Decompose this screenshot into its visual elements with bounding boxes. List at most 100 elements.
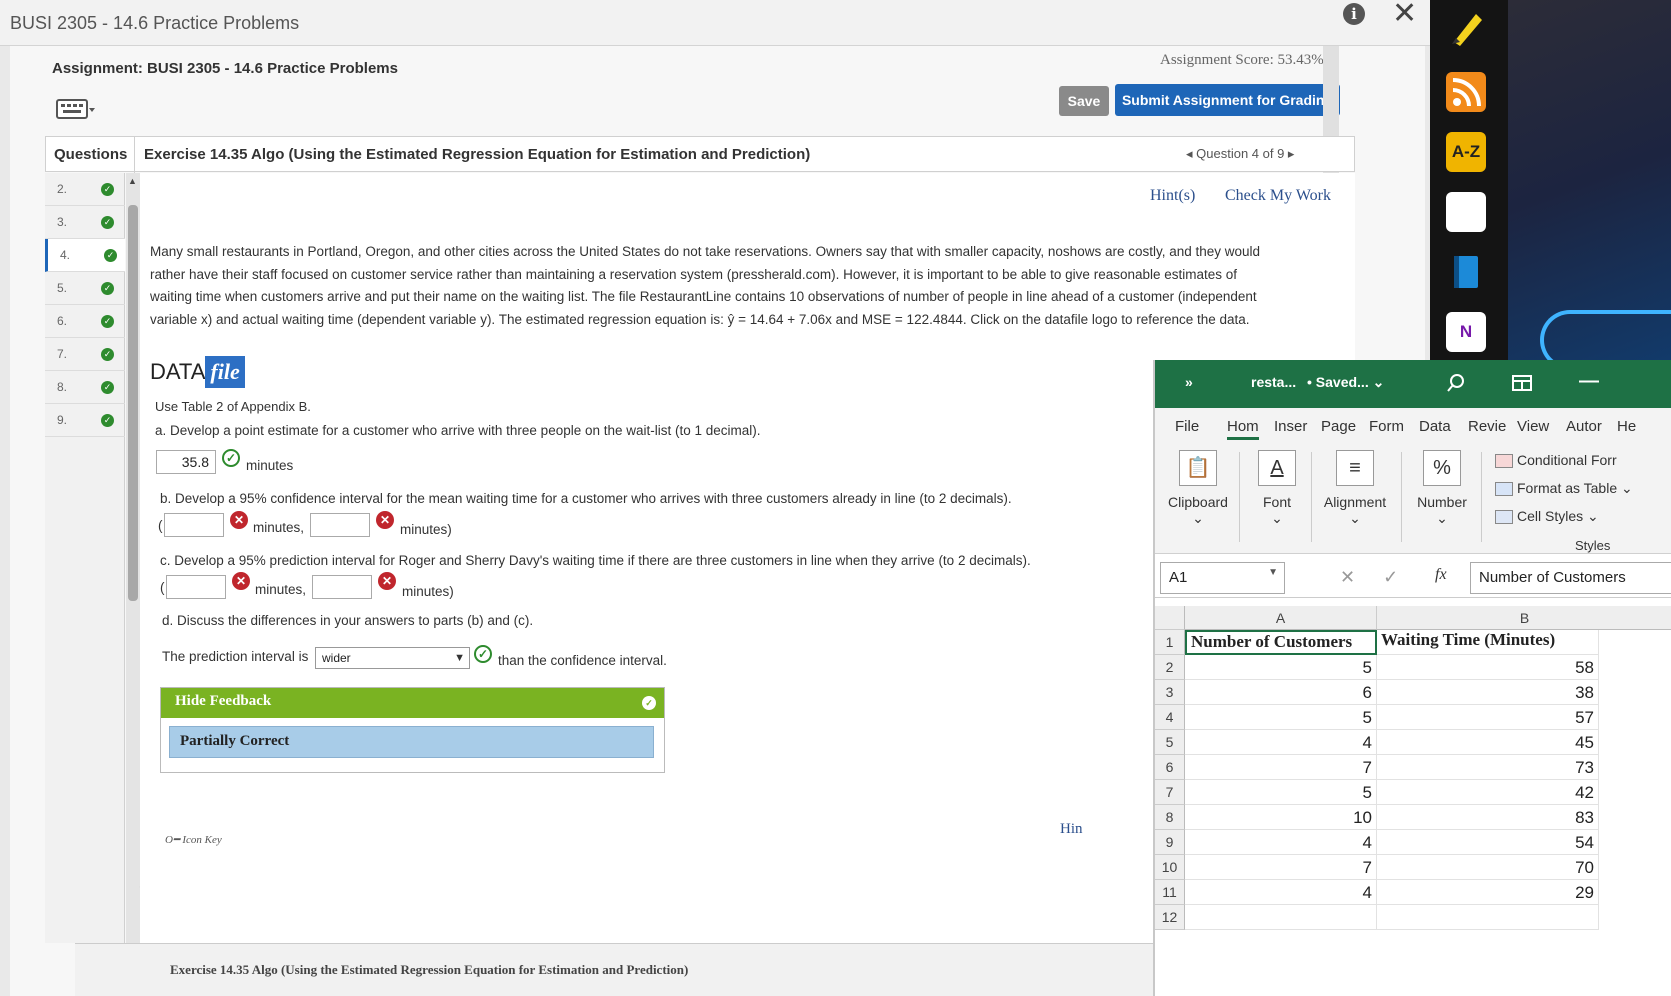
rss-icon[interactable] <box>1446 72 1486 112</box>
cell-b[interactable]: 45 <box>1377 730 1599 755</box>
datafile-logo[interactable]: DATA file <box>150 356 245 390</box>
part-d-select[interactable]: wider ▼ <box>315 647 470 669</box>
window-mode-icon[interactable] <box>1511 374 1533 392</box>
tab-file[interactable]: File <box>1175 418 1199 435</box>
cell-b[interactable]: 29 <box>1377 880 1599 905</box>
cell-a[interactable]: 7 <box>1185 855 1377 880</box>
question-item-7[interactable]: 7. ✓ <box>45 338 125 371</box>
icon-key-link[interactable]: O━ Icon Key <box>165 833 222 846</box>
dictionary-icon[interactable]: A-Z <box>1446 132 1486 172</box>
cell-a[interactable]: 4 <box>1185 830 1377 855</box>
part-c-upper-input[interactable] <box>312 575 372 599</box>
part-a-answer-input[interactable]: 35.8 <box>156 450 216 474</box>
row-header[interactable]: 8 <box>1155 805 1185 830</box>
question-item-2[interactable]: 2. ✓ <box>45 173 125 206</box>
question-item-9[interactable]: 9. ✓ <box>45 404 125 437</box>
conditional-formatting-button[interactable]: Conditional Forr <box>1495 452 1617 469</box>
cell-b[interactable]: 38 <box>1377 680 1599 705</box>
formula-actions[interactable]: ✕✓ <box>1340 567 1426 588</box>
format-as-table-button[interactable]: Format as Table ⌄ <box>1495 480 1633 497</box>
confirm-icon[interactable]: ✓ <box>1383 567 1426 587</box>
row-header[interactable]: 5 <box>1155 730 1185 755</box>
formula-input[interactable]: Number of Customers <box>1470 562 1671 594</box>
row-header[interactable]: 11 <box>1155 880 1185 905</box>
cell-b[interactable]: 73 <box>1377 755 1599 780</box>
cell-a[interactable]: 4 <box>1185 730 1377 755</box>
column-header-b[interactable]: B <box>1377 606 1671 630</box>
scroll-thumb[interactable] <box>128 205 138 601</box>
header-cell-b[interactable]: Waiting Time (Minutes) <box>1377 630 1599 655</box>
question-item-3[interactable]: 3. ✓ <box>45 206 125 239</box>
number-group[interactable]: % Number ⌄ <box>1409 450 1475 527</box>
search-icon[interactable] <box>1445 372 1467 394</box>
book-icon[interactable] <box>1446 252 1486 292</box>
submit-assignment-button[interactable]: Submit Assignment for Grading <box>1115 84 1340 116</box>
cell-b[interactable]: 70 <box>1377 855 1599 880</box>
cell-b[interactable]: 58 <box>1377 655 1599 680</box>
onenote-icon[interactable]: N <box>1446 312 1486 352</box>
row-header[interactable]: 9 <box>1155 830 1185 855</box>
part-c-lower-input[interactable] <box>166 575 226 599</box>
question-item-6[interactable]: 6. ✓ <box>45 305 125 338</box>
keyboard-icon[interactable] <box>55 96 95 122</box>
question-nav[interactable]: ◂ Question 4 of 9 ▸ <box>1186 146 1294 162</box>
function-icon[interactable]: fx <box>1435 566 1447 584</box>
cell-a[interactable] <box>1185 905 1377 930</box>
select-all-corner[interactable] <box>1155 606 1185 630</box>
cancel-icon[interactable]: ✕ <box>1340 567 1383 587</box>
cell-a[interactable]: 4 <box>1185 880 1377 905</box>
cell-a[interactable]: 5 <box>1185 705 1377 730</box>
row-header[interactable]: 2 <box>1155 655 1185 680</box>
cell-b[interactable]: 54 <box>1377 830 1599 855</box>
chevrons-icon[interactable]: » <box>1185 374 1193 390</box>
row-header[interactable]: 10 <box>1155 855 1185 880</box>
check-my-work-link[interactable]: Check My Work <box>1225 187 1331 205</box>
alignment-group[interactable]: ≡ Alignment ⌄ <box>1317 450 1393 527</box>
row-header[interactable]: 12 <box>1155 905 1185 930</box>
row-header[interactable]: 4 <box>1155 705 1185 730</box>
cell-b[interactable]: 83 <box>1377 805 1599 830</box>
cell-b[interactable] <box>1377 905 1599 930</box>
pen-icon[interactable] <box>1446 8 1486 48</box>
office-icon[interactable] <box>1446 192 1486 232</box>
cell-styles-button[interactable]: Cell Styles ⌄ <box>1495 508 1599 525</box>
column-header-a[interactable]: A <box>1185 606 1377 630</box>
tab-home[interactable]: Hom <box>1227 418 1259 440</box>
minimize-icon[interactable]: — <box>1579 370 1599 393</box>
question-item-5[interactable]: 5. ✓ <box>45 272 125 305</box>
hint-link-fragment[interactable]: Hin <box>1060 821 1083 838</box>
tab-page[interactable]: Page <box>1321 418 1356 435</box>
tab-data[interactable]: Data <box>1419 418 1451 435</box>
font-group[interactable]: A Font ⌄ <box>1249 450 1305 527</box>
hints-link[interactable]: Hint(s) <box>1150 187 1195 205</box>
row-header[interactable]: 6 <box>1155 755 1185 780</box>
cell-a[interactable]: 10 <box>1185 805 1377 830</box>
close-icon[interactable]: ✕ <box>1392 0 1417 31</box>
cell-b[interactable]: 42 <box>1377 780 1599 805</box>
hide-feedback-toggle[interactable]: Hide Feedback ✓ <box>161 688 664 718</box>
tab-automate[interactable]: Autor <box>1566 418 1602 435</box>
question-item-4[interactable]: 4. ✓ <box>45 239 125 272</box>
tab-help[interactable]: He <box>1617 418 1636 435</box>
row-header[interactable]: 1 <box>1155 630 1185 655</box>
cell-b[interactable]: 57 <box>1377 705 1599 730</box>
tab-review[interactable]: Revie <box>1468 418 1506 435</box>
info-icon[interactable]: i <box>1343 3 1365 25</box>
cell-a[interactable]: 6 <box>1185 680 1377 705</box>
row-header[interactable]: 7 <box>1155 780 1185 805</box>
cell-a[interactable]: 5 <box>1185 780 1377 805</box>
header-cell-a[interactable]: Number of Customers <box>1185 630 1377 655</box>
cell-a[interactable]: 7 <box>1185 755 1377 780</box>
tab-formulas[interactable]: Form <box>1369 418 1404 435</box>
cell-a[interactable]: 5 <box>1185 655 1377 680</box>
scroll-up-icon[interactable]: ▲ <box>128 176 137 186</box>
save-button[interactable]: Save <box>1059 86 1109 116</box>
clipboard-group[interactable]: 📋 Clipboard ⌄ <box>1163 450 1233 527</box>
row-header[interactable]: 3 <box>1155 680 1185 705</box>
question-item-8[interactable]: 8. ✓ <box>45 371 125 404</box>
question-list-scrollbar[interactable] <box>126 173 140 943</box>
part-b-lower-input[interactable] <box>164 513 224 537</box>
excel-save-status[interactable]: • Saved... ⌄ <box>1307 374 1384 391</box>
tab-view[interactable]: View <box>1517 418 1549 435</box>
name-box[interactable]: A1 ▼ <box>1160 562 1285 594</box>
